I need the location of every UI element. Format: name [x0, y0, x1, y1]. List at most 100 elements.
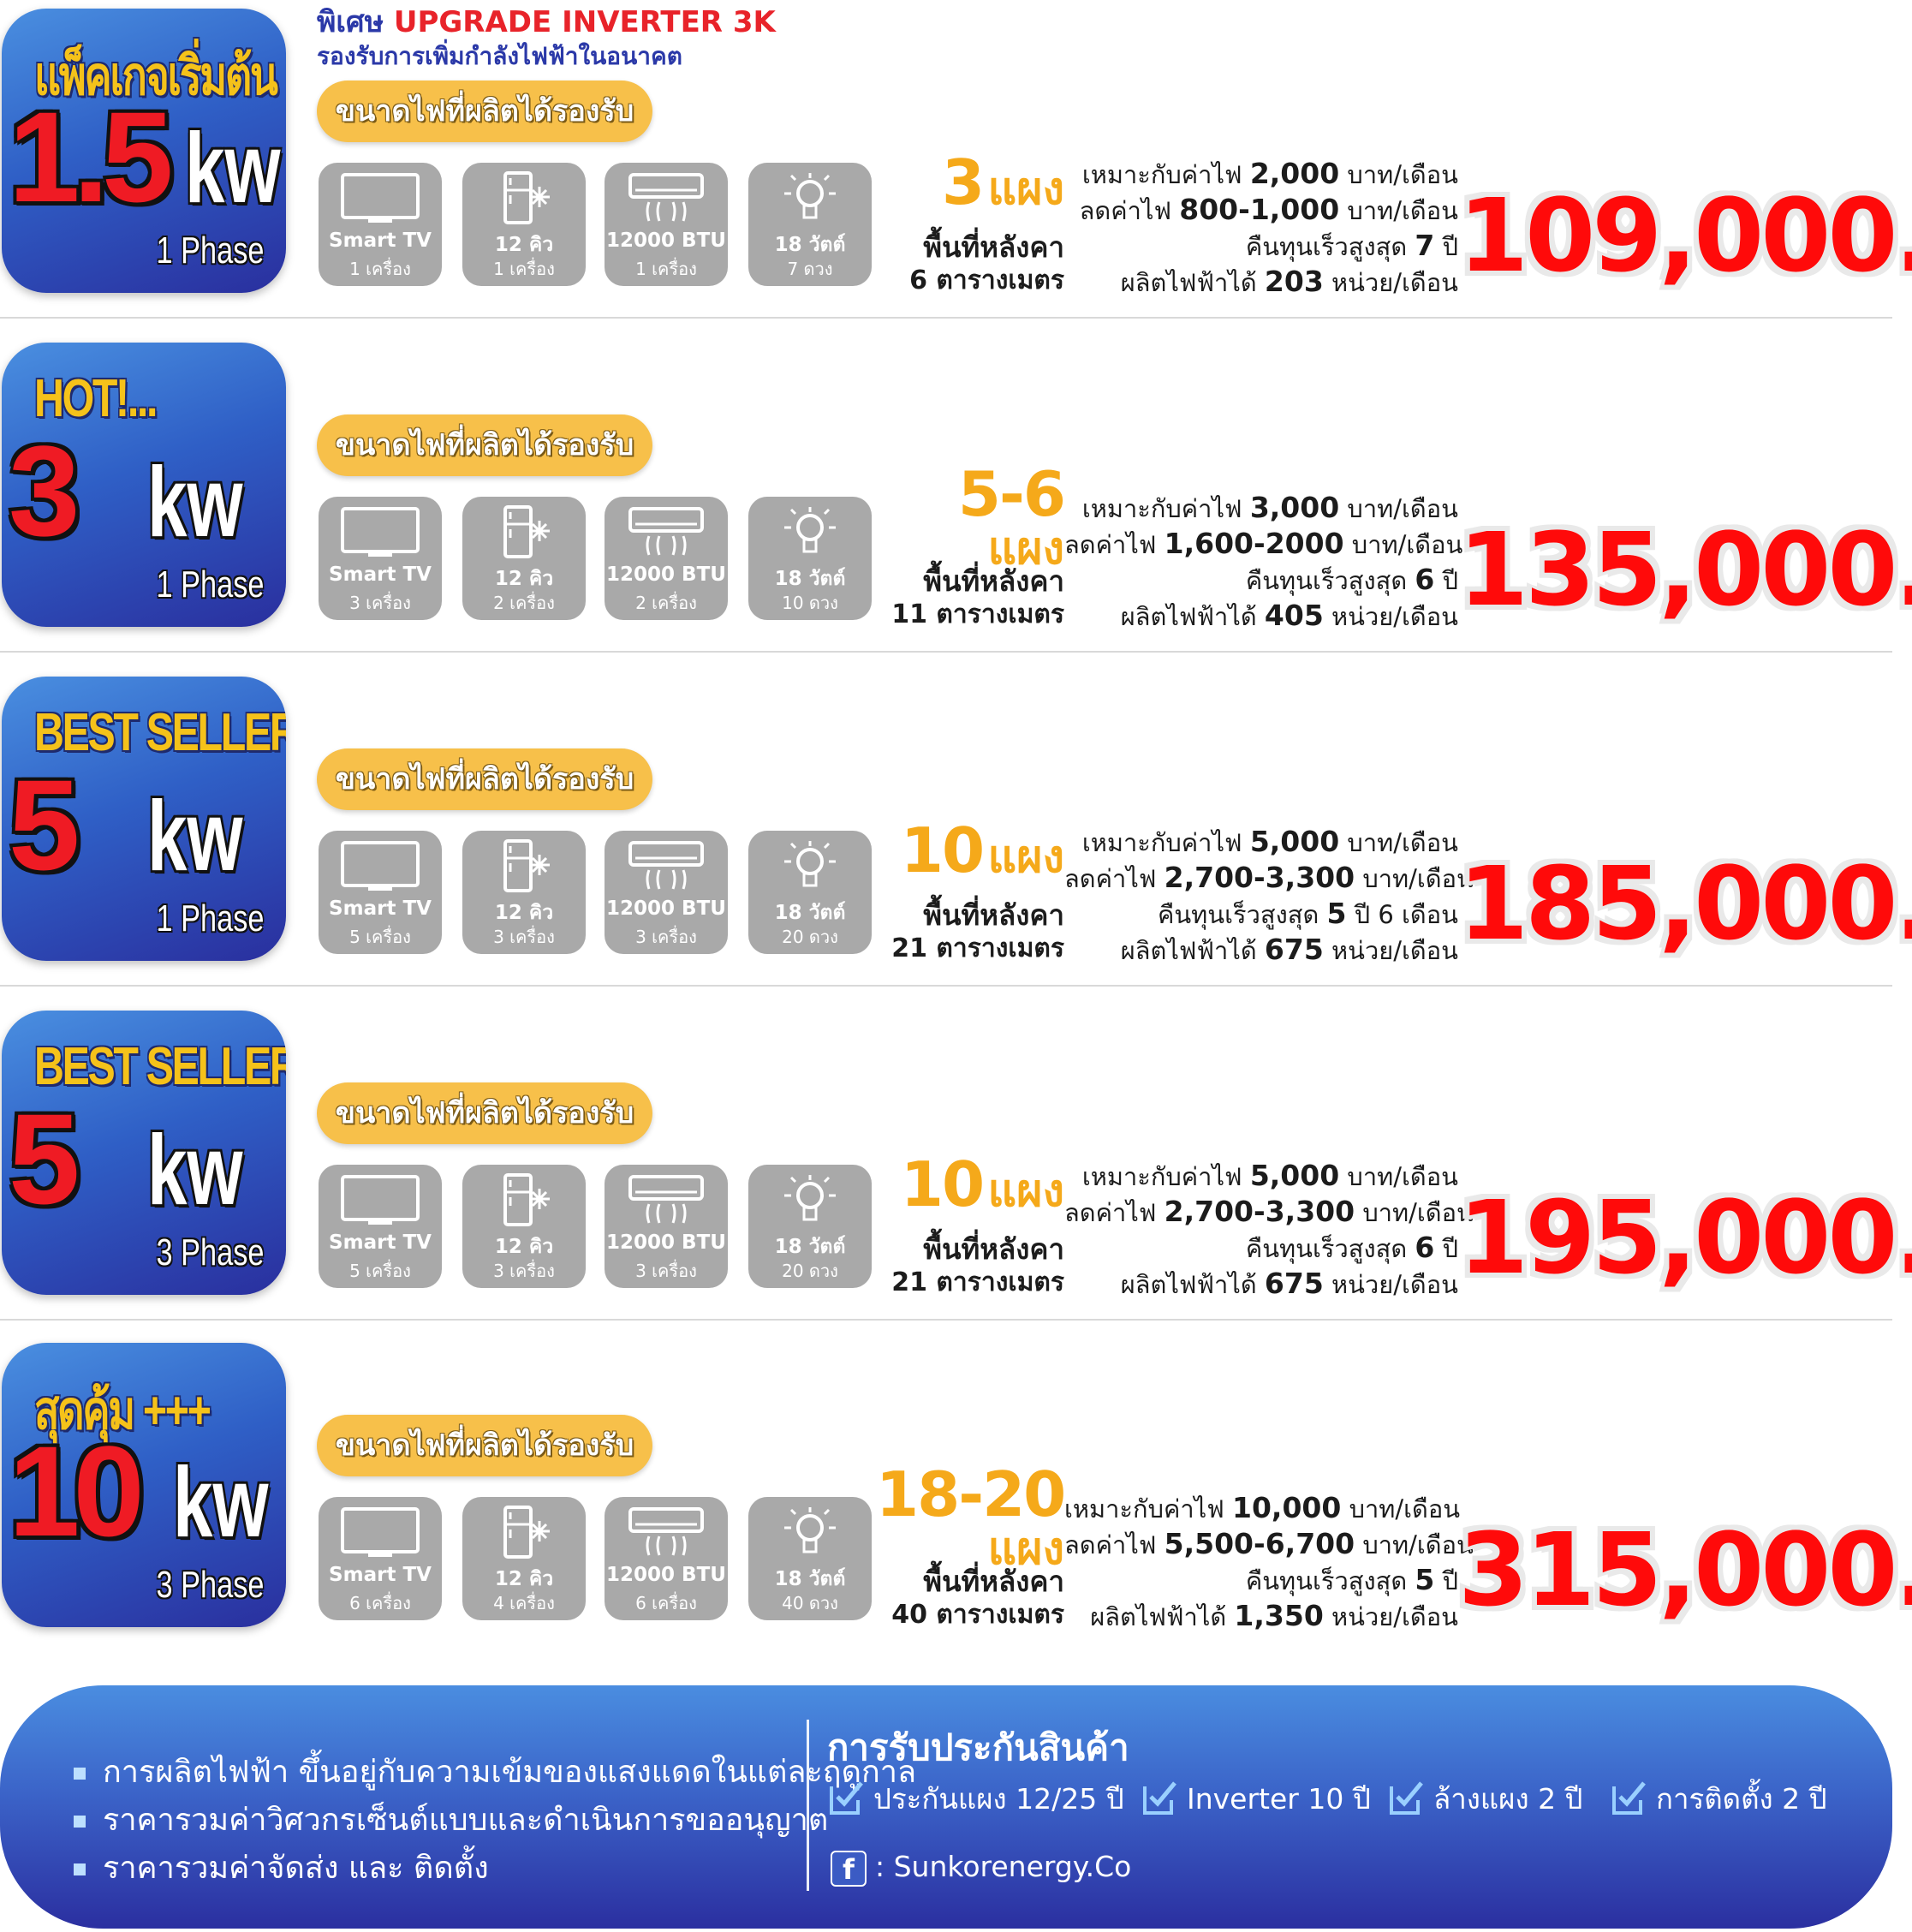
facebook-handle: : Sunkorenergy.Co — [875, 1850, 1132, 1883]
badge-kw-unit: kw — [147, 446, 243, 558]
money-unit: บาท/เดือน — [1362, 864, 1474, 893]
appliance-qty: 3 เครื่อง — [493, 1261, 555, 1281]
payback-label: คืนทุนเร็วสูงสุด — [1245, 232, 1408, 261]
package-badge: BEST SELLER 5 kw 1 Phase — [2, 677, 286, 961]
badge-kw-number: 3 — [9, 419, 80, 563]
money-unit: บาท/เดือน — [1347, 1162, 1458, 1191]
produce-value: 1,350 — [1234, 1599, 1324, 1632]
badge-kw-number: 1.5 — [9, 85, 174, 229]
panel-count-number: 5-6 — [957, 458, 1066, 530]
produce-line: ผลิตไฟฟ้าได้ 675 หน่วย/เดือน — [1064, 1266, 1458, 1303]
appliance-qty: 3 เครื่อง — [635, 1261, 697, 1281]
appliance-tile: 12 คิว 2 เครื่อง — [462, 497, 586, 620]
facebook-link[interactable]: f: Sunkorenergy.Co — [831, 1850, 1131, 1887]
package-price: 185,000.- — [1458, 844, 1912, 963]
payback-unit: ปี — [1442, 232, 1458, 261]
payback-line: คืนทุนเร็วสูงสุด 7 ปี — [1064, 228, 1458, 265]
footer-divider — [807, 1720, 809, 1891]
money-unit: บาท/เดือน — [1347, 494, 1458, 523]
panel-count-unit: แผง — [987, 1166, 1064, 1217]
warranty-item: การติดตั้ง 2 ปี — [1611, 1776, 1827, 1822]
footer-note-text: การผลิตไฟฟ้า ขึ้นอยู่กับความเข้มของแสงแด… — [103, 1755, 917, 1790]
reduce-label: ลดค่าไฟ — [1064, 530, 1157, 559]
package-row: BEST SELLER 5 kw 3 Phase ขนาดไฟที่ผลิตได้รอง… — [0, 1002, 1912, 1336]
package-price: 315,000.- — [1458, 1511, 1912, 1629]
produce-value: 405 — [1264, 599, 1324, 632]
produce-line: ผลิตไฟฟ้าได้ 405 หน่วย/เดือน — [1064, 598, 1458, 635]
panel-count: 10 แผง — [876, 1153, 1064, 1216]
reduce-bill-line: ลดค่าไฟ 1,600-2000 บาท/เดือน — [1064, 526, 1462, 563]
produce-unit: หน่วย/เดือน — [1331, 268, 1458, 297]
appliance-tile: 18 วัตต์ 20 ดวง — [748, 1165, 872, 1288]
badge-kw-unit: kw — [185, 112, 281, 224]
badge-kw-number: 5 — [9, 1087, 80, 1231]
appliance-qty: 2 เครื่อง — [635, 593, 697, 613]
payback-line: คืนทุนเร็วสูงสุด 6 ปี — [1064, 562, 1458, 599]
suitable-label: เหมาะกับค่าไฟ — [1081, 160, 1242, 189]
row-divider — [0, 317, 1892, 319]
money-unit: บาท/เดือน — [1351, 530, 1463, 559]
panel-count-unit: แผง — [987, 832, 1064, 883]
payback-unit: ปี — [1442, 1566, 1458, 1595]
suitable-value: 2,000 — [1249, 157, 1340, 190]
reduce-value: 2,700-3,300 — [1164, 1195, 1355, 1228]
footer-note: การผลิตไฟฟ้า ขึ้นอยู่กับความเข้มของแสงแด… — [74, 1747, 916, 1796]
footer-note-text: ราคารวมค่าวิศวกรเซ็นต์แบบและดำเนินการขออ… — [103, 1803, 829, 1838]
reduce-bill-line: ลดค่าไฟ 800-1,000 บาท/เดือน — [1064, 192, 1458, 229]
badge-kw-unit: kw — [147, 1114, 243, 1225]
appliance-qty: 1 เครื่อง — [635, 259, 697, 279]
suitable-label: เหมาะกับค่าไฟ — [1064, 1494, 1224, 1524]
roof-area-value: 11 ตารางเมตร — [891, 599, 1064, 629]
panel-count-unit: แผง — [987, 164, 1064, 215]
suitable-bill-line: เหมาะกับค่าไฟ 2,000 บาท/เดือน — [1064, 156, 1458, 193]
appliance-qty: 3 เครื่อง — [493, 927, 555, 947]
produce-label: ผลิตไฟฟ้าได้ — [1120, 602, 1257, 631]
bullet-square — [74, 1768, 86, 1780]
payback-line: คืนทุนเร็วสูงสุด 5 ปี 6 เดือน — [1064, 896, 1458, 933]
produce-line: ผลิตไฟฟ้าได้ 1,350 หน่วย/เดือน — [1064, 1598, 1458, 1635]
reduce-bill-line: ลดค่าไฟ 2,700-3,300 บาท/เดือน — [1064, 860, 1474, 897]
appliance-tile: 12 คิว 3 เครื่อง — [462, 831, 586, 954]
capacity-pill: ขนาดไฟที่ผลิตได้รองรับ — [317, 1082, 652, 1144]
money-unit: บาท/เดือน — [1349, 1494, 1461, 1524]
facebook-icon: f — [831, 1850, 867, 1887]
appliance-qty: 20 ดวง — [782, 927, 838, 947]
produce-label: ผลิตไฟฟ้าได้ — [1120, 936, 1257, 965]
package-badge: แพ็คเกจเริ่มต้น 1.5 kw 1 Phase — [2, 9, 286, 293]
payback-value: 7 — [1415, 229, 1435, 262]
appliance-qty: 3 เครื่อง — [635, 927, 697, 947]
suitable-label: เหมาะกับค่าไฟ — [1081, 828, 1242, 857]
produce-label: ผลิตไฟฟ้าได้ — [1120, 268, 1257, 297]
payback-line: คืนทุนเร็วสูงสุด 5 ปี — [1064, 1562, 1458, 1599]
produce-unit: หน่วย/เดือน — [1331, 602, 1458, 631]
appliance-qty: 1 เครื่อง — [349, 259, 411, 279]
badge-phase: 1 Phase — [156, 897, 264, 939]
panel-count: 10 แผง — [876, 819, 1064, 882]
appliance-qty: 6 เครื่อง — [349, 1593, 411, 1613]
row-divider — [0, 1319, 1892, 1321]
payback-label: คืนทุนเร็วสูงสุด — [1245, 1234, 1408, 1263]
package-badge: HOT!... 3 kw 1 Phase — [2, 343, 286, 627]
produce-value: 675 — [1264, 933, 1324, 966]
panel-count-number: 10 — [900, 1148, 985, 1220]
warranty-item: ประกันแผง 12/25 ปี — [829, 1776, 1124, 1822]
produce-line: ผลิตไฟฟ้าได้ 675 หน่วย/เดือน — [1064, 932, 1458, 969]
appliance-qty: 5 เครื่อง — [349, 927, 411, 947]
payback-label: คืนทุนเร็วสูงสุด — [1245, 566, 1408, 595]
produce-label: ผลิตไฟฟ้าได้ — [1090, 1602, 1227, 1631]
suitable-value: 5,000 — [1249, 825, 1340, 858]
appliance-tile: 12 คิว 1 เครื่อง — [462, 163, 586, 286]
suitable-bill-line: เหมาะกับค่าไฟ 5,000 บาท/เดือน — [1064, 1158, 1458, 1195]
appliance-tile: 12000 BTU 6 เครื่อง — [605, 1497, 728, 1620]
appliance-tile: Smart TV 5 เครื่อง — [319, 1165, 442, 1288]
warranty-item-label: การติดตั้ง 2 ปี — [1656, 1782, 1827, 1816]
badge-phase: 3 Phase — [156, 1231, 264, 1273]
suitable-bill-line: เหมาะกับค่าไฟ 10,000 บาท/เดือน — [1064, 1490, 1461, 1527]
roof-area-value: 6 ตารางเมตร — [909, 265, 1064, 295]
money-unit: บาท/เดือน — [1347, 828, 1458, 857]
checkbox-check-icon — [1611, 1780, 1647, 1822]
capacity-pill: ขนาดไฟที่ผลิตได้รองรับ — [317, 748, 652, 810]
payback-label: คืนทุนเร็วสูงสุด — [1157, 900, 1319, 929]
checkbox-check-icon — [1389, 1780, 1425, 1822]
package-price: 135,000.- — [1458, 510, 1912, 629]
